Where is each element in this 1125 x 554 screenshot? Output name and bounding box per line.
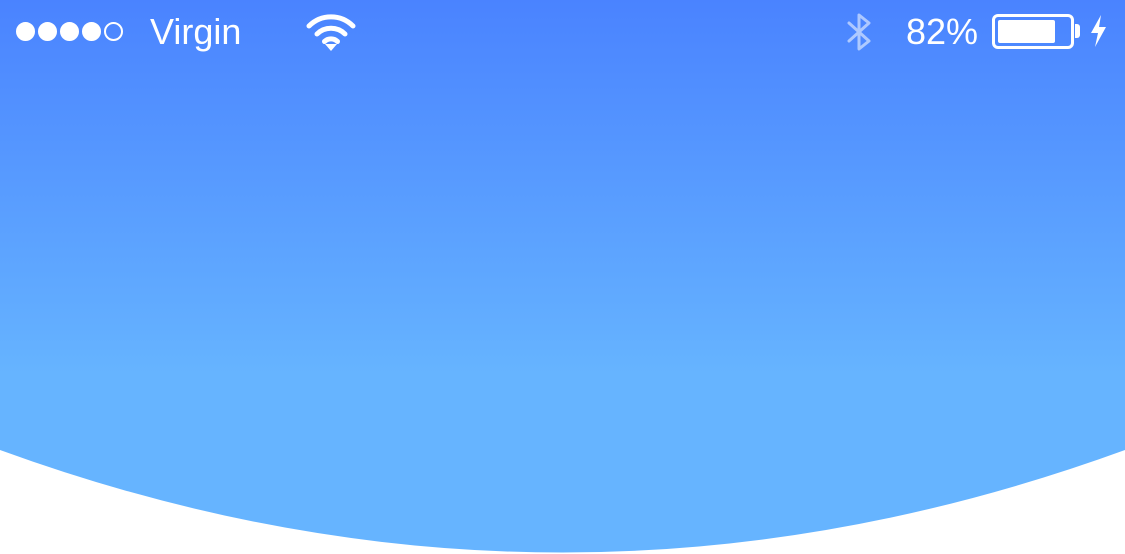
signal-dot-filled	[60, 22, 79, 41]
signal-dot-filled	[16, 22, 35, 41]
carrier-name: Virgin	[150, 11, 242, 52]
signal-dot-filled	[38, 22, 57, 41]
header-background	[0, 0, 1125, 553]
battery-cap	[1075, 24, 1080, 38]
signal-dot-empty	[104, 22, 123, 41]
status-bar: Virgin 82%	[0, 0, 1125, 64]
charging-bolt-icon	[1091, 15, 1106, 47]
bluetooth-icon	[847, 13, 871, 51]
screen: Virgin 82%	[0, 0, 1125, 554]
battery-percentage: 82%	[906, 11, 979, 52]
signal-dot-filled	[82, 22, 101, 41]
signal-strength-indicator	[16, 22, 123, 41]
battery-level-fill	[998, 20, 1056, 43]
battery-icon	[992, 14, 1074, 49]
wifi-icon	[306, 14, 356, 51]
